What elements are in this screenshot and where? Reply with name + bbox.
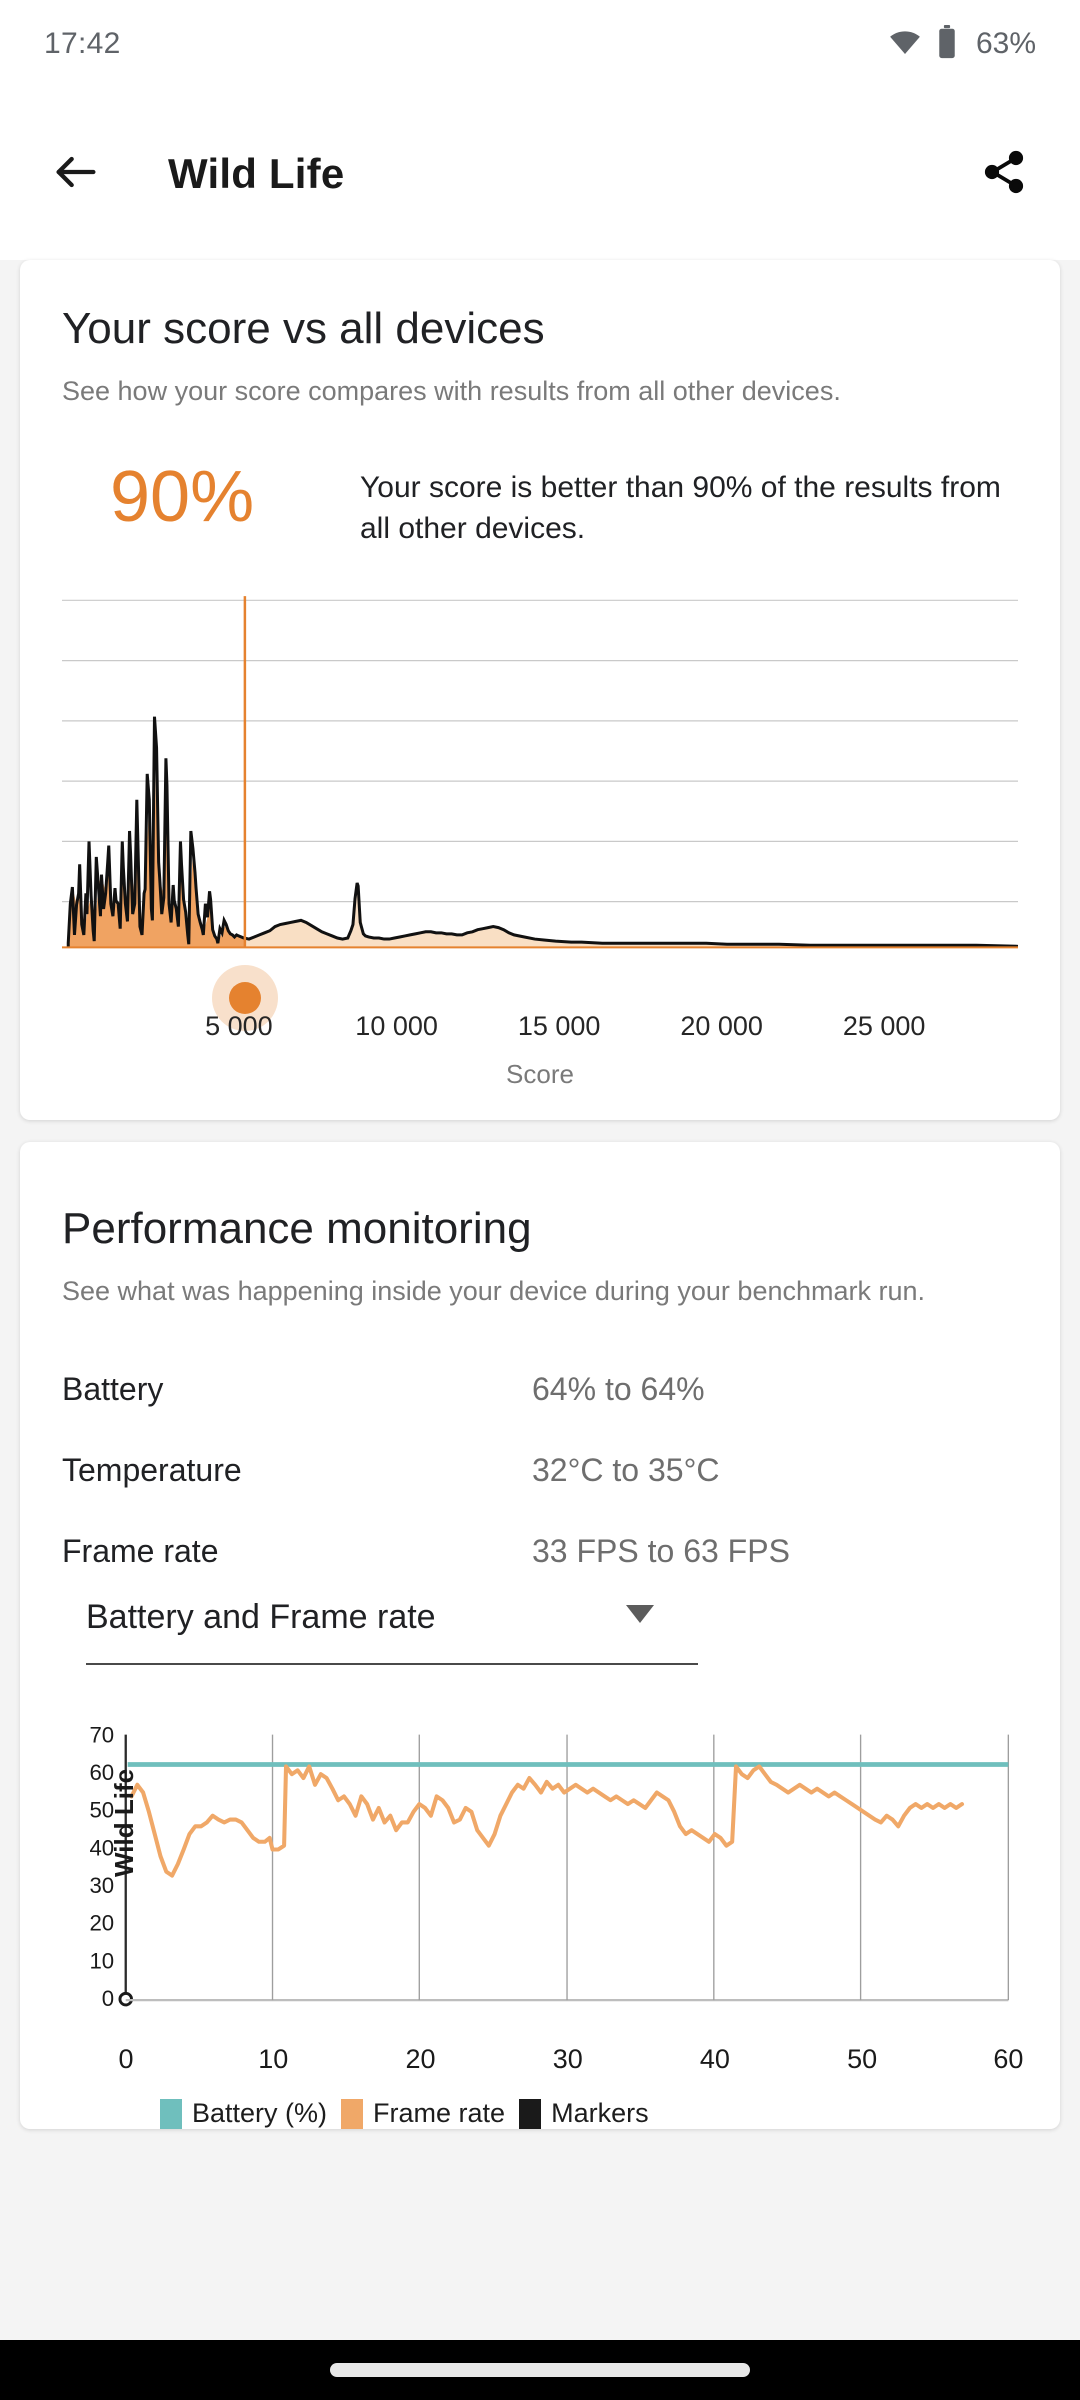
x-tick-label: 20 000: [680, 1011, 763, 1042]
svg-text:0: 0: [102, 1986, 114, 2011]
x-tick-label: 10: [258, 2044, 288, 2075]
histogram-x-tick-labels: 5 000 10 000 15 000 20 000 25 000: [62, 1011, 1018, 1055]
x-tick-label: 20: [405, 2044, 435, 2075]
battery-icon: [936, 25, 958, 64]
stat-row-battery: Battery 64% to 64%: [62, 1371, 1018, 1408]
status-bar: 17:42 63%: [0, 0, 1080, 88]
performance-card-subtitle: See what was happening inside your devic…: [62, 1273, 982, 1309]
battery-percent-label: 63%: [976, 27, 1036, 61]
performance-card-title: Performance monitoring: [62, 1204, 1018, 1255]
legend-swatch-battery: [160, 2099, 182, 2129]
status-clock: 17:42: [44, 27, 121, 61]
stat-value: 32°C to 35°C: [532, 1452, 719, 1489]
back-arrow-icon: [50, 146, 102, 203]
stat-row-frame-rate: Frame rate 33 FPS to 63 FPS: [62, 1533, 1018, 1570]
x-tick-label: 5 000: [205, 1011, 273, 1042]
wifi-icon: [888, 25, 922, 64]
svg-text:70: 70: [89, 1723, 114, 1747]
histogram-svg: [62, 592, 1018, 1008]
score-distribution-histogram[interactable]: 5 000 10 000 15 000 20 000 25 000 Score: [62, 592, 1018, 1091]
percentile-description: Your score is better than 90% of the res…: [360, 461, 1018, 550]
timeline-svg: 70 60 50 40 30 20 10 0: [62, 1723, 1018, 2042]
chevron-down-icon: [626, 1605, 654, 1630]
system-navigation-bar: [0, 2340, 1080, 2400]
share-icon: [980, 148, 1028, 201]
svg-text:10: 10: [89, 1949, 114, 1974]
score-comparison-card: Your score vs all devices See how your s…: [20, 260, 1060, 1120]
home-indicator[interactable]: [330, 2363, 750, 2377]
scroll-content[interactable]: Your score vs all devices See how your s…: [0, 260, 1080, 2340]
chart-series-dropdown[interactable]: Battery and Frame rate: [86, 1598, 698, 1665]
histogram-gridlines: [62, 600, 1018, 901]
stat-label: Temperature: [62, 1452, 532, 1489]
percentile-row: 90% Your score is better than 90% of the…: [62, 461, 1018, 550]
score-card-subtitle: See how your score compares with results…: [62, 373, 1018, 409]
performance-timeline-chart[interactable]: 70 60 50 40 30 20 10 0: [62, 1723, 1018, 2129]
timeline-legend: Battery (%) Frame rate Markers: [160, 2098, 1018, 2129]
share-button[interactable]: [972, 142, 1036, 206]
performance-stats-list: Battery 64% to 64% Temperature 32°C to 3…: [62, 1371, 1018, 1570]
frame-rate-series-line: [132, 1767, 962, 1876]
legend-swatch-markers: [519, 2099, 541, 2129]
legend-item-frame-rate[interactable]: Frame rate: [341, 2098, 505, 2129]
stat-label: Frame rate: [62, 1533, 532, 1570]
percentile-value: 90%: [110, 461, 360, 533]
phone-screen: 17:42 63% Wild Life: [0, 0, 1080, 2400]
back-button[interactable]: [44, 142, 108, 206]
performance-monitoring-card: Performance monitoring See what was happ…: [20, 1142, 1060, 2129]
x-tick-label: 50: [847, 2044, 877, 2075]
histogram-x-axis-label: Score: [62, 1059, 1018, 1090]
dropdown-selected-label: Battery and Frame rate: [86, 1598, 436, 1637]
legend-label: Markers: [551, 2098, 649, 2129]
x-tick-label: 25 000: [843, 1011, 926, 1042]
x-tick-label: 40: [700, 2044, 730, 2075]
timeline-gridlines: [273, 1735, 1009, 2001]
x-tick-label: 15 000: [518, 1011, 601, 1042]
page-title: Wild Life: [168, 150, 344, 198]
stat-row-temperature: Temperature 32°C to 35°C: [62, 1452, 1018, 1489]
svg-text:20: 20: [89, 1911, 114, 1936]
histogram-outline: [68, 717, 1018, 948]
stat-value: 64% to 64%: [532, 1371, 705, 1408]
x-tick-label: 30: [553, 2044, 583, 2075]
legend-label: Battery (%): [192, 2098, 327, 2129]
stat-value: 33 FPS to 63 FPS: [532, 1533, 790, 1570]
stat-label: Battery: [62, 1371, 532, 1408]
y-axis-title-text: Wild Life: [109, 1769, 140, 1877]
x-tick-label: 10 000: [355, 1011, 438, 1042]
legend-label: Frame rate: [373, 2098, 505, 2129]
timeline-x-tick-labels: 0 10 20 30 40 50 60: [62, 2044, 1018, 2088]
x-tick-label: 60: [993, 2044, 1023, 2075]
legend-swatch-frame-rate: [341, 2099, 363, 2129]
legend-item-battery[interactable]: Battery (%): [160, 2098, 327, 2129]
app-bar: Wild Life: [0, 88, 1080, 260]
x-tick-label: 0: [119, 2044, 134, 2075]
legend-item-markers[interactable]: Markers: [519, 2098, 649, 2129]
svg-text:30: 30: [89, 1873, 114, 1898]
score-card-title: Your score vs all devices: [62, 304, 1018, 355]
status-indicators: 63%: [888, 25, 1036, 64]
